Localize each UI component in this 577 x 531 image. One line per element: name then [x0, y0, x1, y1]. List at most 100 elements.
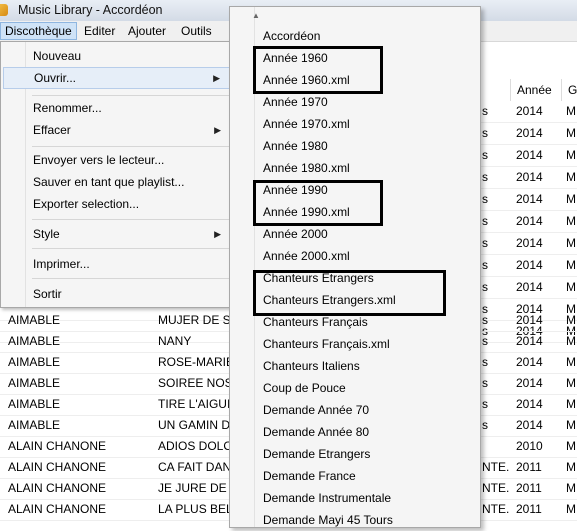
- menu-item-imprimer[interactable]: Imprimer...: [2, 253, 235, 275]
- cell-genre: M: [566, 280, 576, 294]
- cell-artist: AIMABLE: [8, 334, 61, 348]
- submenu-item[interactable]: Demande Instrumentale: [263, 487, 391, 509]
- menu-item-sauver-playlist[interactable]: Sauver en tant que playlist...: [2, 171, 235, 193]
- cell-genre: M: [566, 376, 576, 390]
- cell-title: SOIREE NOST: [158, 376, 230, 390]
- submenu-item[interactable]: Accordéon: [263, 25, 320, 47]
- cell-year: 2014: [516, 313, 543, 327]
- submenu-item[interactable]: Demande Année 70: [263, 399, 369, 421]
- annotation-box-chanteurs-etrangers: [253, 270, 446, 316]
- submenu-item[interactable]: Année 1970: [263, 91, 328, 113]
- submenu-item[interactable]: Année 2000.xml: [263, 245, 350, 267]
- submenu-item[interactable]: Chanteurs Français.xml: [263, 333, 390, 355]
- cell-title: UN GAMIN D: [158, 418, 230, 432]
- submenu-arrow-icon: ▶: [213, 73, 220, 83]
- column-header-year[interactable]: Année: [510, 79, 567, 101]
- annotation-box-1990: [253, 180, 383, 226]
- cell-col3: s: [482, 355, 488, 369]
- submenu-item[interactable]: Demande Mayi 45 Tours: [263, 509, 393, 531]
- cell-year: 2014: [516, 192, 543, 206]
- menu-separator: [32, 95, 232, 96]
- cell-genre: M: [566, 258, 576, 272]
- cell-genre: M: [566, 439, 576, 453]
- cell-title: ROSE-MARIE: [158, 355, 230, 369]
- cell-genre: M: [566, 170, 576, 184]
- cell-title: ADIOS DOLO: [158, 439, 230, 453]
- cell-col3: s: [482, 126, 488, 140]
- cell-col3: s: [482, 148, 488, 162]
- cell-genre: M: [566, 481, 576, 495]
- submenu-item[interactable]: Demande France: [263, 465, 356, 487]
- cell-col3: NTE...: [482, 502, 510, 516]
- cell-title: CA FAIT DAN: [158, 460, 230, 474]
- submenu-item[interactable]: Coup de Pouce: [263, 377, 346, 399]
- cell-title: MUJER DE SEV: [158, 313, 230, 327]
- cell-genre: M: [566, 214, 576, 228]
- submenu-item[interactable]: Demande Etrangers: [263, 443, 370, 465]
- submenu-item[interactable]: Année 1970.xml: [263, 113, 350, 135]
- cell-title: NANY: [158, 334, 192, 348]
- menu-separator: [32, 248, 232, 249]
- cell-col3: [482, 436, 510, 457]
- window-title: Music Library - Accordéon: [18, 3, 163, 17]
- menu-item-envoyer[interactable]: Envoyer vers le lecteur...: [2, 149, 235, 171]
- cell-year: 2010: [516, 439, 543, 453]
- submenu-item[interactable]: Année 1980.xml: [263, 157, 350, 179]
- cell-artist: ALAIN CHANONE: [8, 481, 107, 495]
- menu-item-style[interactable]: Style ▶: [2, 223, 235, 245]
- cell-genre: M: [566, 126, 576, 140]
- menu-editer[interactable]: Editer: [80, 23, 119, 39]
- cell-genre: M: [566, 192, 576, 206]
- cell-year: 2014: [516, 418, 543, 432]
- cell-year: 2011: [516, 502, 542, 516]
- cell-genre: M: [566, 236, 576, 250]
- menu-item-renommer[interactable]: Renommer...: [2, 97, 235, 119]
- column-header-genre[interactable]: Ge: [561, 79, 577, 101]
- cell-year: 2014: [516, 334, 543, 348]
- submenu-item[interactable]: Demande Année 80: [263, 421, 369, 443]
- cell-col3: s: [482, 170, 488, 184]
- menu-item-sortir[interactable]: Sortir: [2, 283, 235, 305]
- cell-artist: AIMABLE: [8, 355, 61, 369]
- cell-col3: s: [482, 334, 488, 348]
- cell-genre: M: [566, 397, 576, 411]
- app-icon: [0, 4, 8, 16]
- annotation-box-1960: [253, 46, 383, 94]
- cell-col3: s: [482, 397, 488, 411]
- scroll-up-arrow-icon[interactable]: ▲: [252, 11, 260, 20]
- cell-col3: s: [482, 192, 488, 206]
- cell-col3: s: [482, 258, 488, 272]
- cell-year: 2014: [516, 397, 543, 411]
- menu-item-nouveau[interactable]: Nouveau: [2, 45, 235, 67]
- submenu-item[interactable]: Année 2000: [263, 223, 328, 245]
- menu-ajouter[interactable]: Ajouter: [124, 23, 170, 39]
- menu-separator: [32, 278, 232, 279]
- cell-year: 2014: [516, 126, 543, 140]
- cell-year: 2014: [516, 236, 543, 250]
- cell-artist: AIMABLE: [8, 313, 61, 327]
- cell-year: 2014: [516, 258, 543, 272]
- cell-artist: ALAIN CHANONE: [8, 502, 107, 516]
- menu-item-effacer[interactable]: Effacer ▶: [2, 119, 235, 141]
- cell-genre: M: [566, 418, 576, 432]
- menu-item-exporter[interactable]: Exporter selection...: [2, 193, 235, 215]
- cell-year: 2014: [516, 148, 543, 162]
- cell-year: 2014: [516, 214, 543, 228]
- cell-artist: ALAIN CHANONE: [8, 460, 107, 474]
- cell-col3: s: [482, 280, 488, 294]
- discotheque-menu: Nouveau Ouvrir... ▶ Renommer... Effacer …: [0, 41, 239, 308]
- submenu-item[interactable]: Chanteurs Italiens: [263, 355, 360, 377]
- submenu-arrow-icon: ▶: [214, 125, 221, 135]
- cell-genre: M: [566, 334, 576, 348]
- menu-outils[interactable]: Outils: [177, 23, 216, 39]
- cell-year: 2011: [516, 481, 542, 495]
- menu-discotheque[interactable]: Discothèque: [0, 22, 77, 40]
- submenu-item[interactable]: Année 1980: [263, 135, 328, 157]
- menu-item-ouvrir[interactable]: Ouvrir... ▶: [3, 67, 235, 89]
- cell-artist: AIMABLE: [8, 418, 61, 432]
- cell-col3: NTE...: [482, 460, 510, 474]
- cell-title: TIRE L'AIGUIL: [158, 397, 230, 411]
- cell-col3: NTE...: [482, 481, 510, 495]
- cell-year: 2014: [516, 376, 543, 390]
- cell-genre: M: [566, 313, 576, 327]
